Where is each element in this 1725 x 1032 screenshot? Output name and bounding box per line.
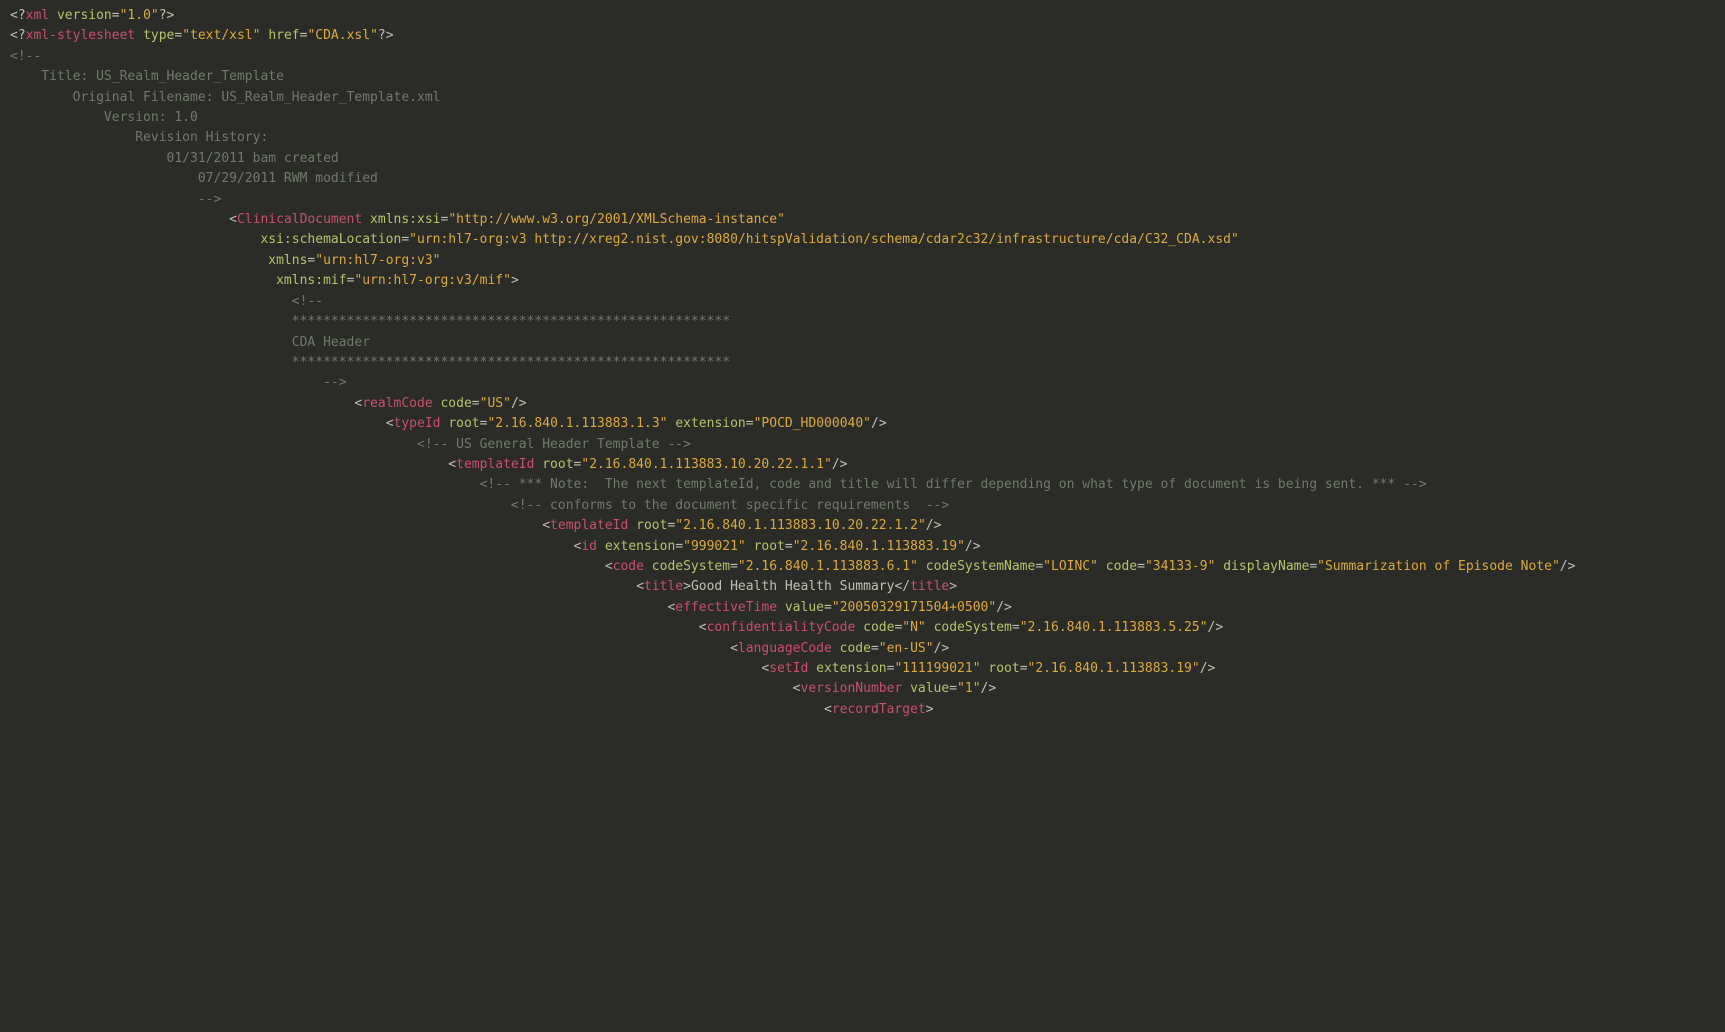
code-line: <effectiveTime value="20050329171504+050…	[10, 598, 1715, 618]
code-line: <setId extension="111199021" root="2.16.…	[10, 659, 1715, 679]
comment-title: Title: US_Realm_Header_Template	[10, 67, 1715, 87]
code-line: <realmCode code="US"/>	[10, 394, 1715, 414]
comment-stars: ****************************************…	[10, 353, 1715, 373]
code-line: <recordTarget>	[10, 700, 1715, 720]
comment-version: Version: 1.0	[10, 108, 1715, 128]
code-line: <ClinicalDocument xmlns:xsi="http://www.…	[10, 210, 1715, 230]
comment-inline: <!-- US General Header Template -->	[10, 435, 1715, 455]
attr-name: version	[57, 8, 112, 23]
pi-target: xml-stylesheet	[26, 28, 136, 43]
comment-open: <!--	[10, 292, 1715, 312]
pi-target: xml	[26, 8, 49, 23]
code-line: <id extension="999021" root="2.16.840.1.…	[10, 537, 1715, 557]
comment-rev2: 07/29/2011 RWM modified	[10, 169, 1715, 189]
code-line: <confidentialityCode code="N" codeSystem…	[10, 618, 1715, 638]
pi-close: ?>	[159, 8, 175, 23]
code-line: <?xml-stylesheet type="text/xsl" href="C…	[10, 26, 1715, 46]
code-line: <templateId root="2.16.840.1.113883.10.2…	[10, 455, 1715, 475]
eq: =	[112, 8, 120, 23]
comment-revision: Revision History:	[10, 128, 1715, 148]
code-line: xmlns:mif="urn:hl7-org:v3/mif">	[10, 271, 1715, 291]
code-line: xsi:schemaLocation="urn:hl7-org:v3 http:…	[10, 230, 1715, 250]
text-node: Good Health Health Summary	[691, 579, 895, 594]
code-editor-viewport[interactable]: <?xml version="1.0"?> <?xml-stylesheet t…	[0, 0, 1725, 730]
element-name: ClinicalDocument	[237, 212, 362, 227]
code-line: xmlns="urn:hl7-org:v3"	[10, 251, 1715, 271]
comment-stars: ****************************************…	[10, 312, 1715, 332]
code-line: <?xml version="1.0"?>	[10, 6, 1715, 26]
comment-section: CDA Header	[10, 333, 1715, 353]
code-line: <title>Good Health Health Summary</title…	[10, 577, 1715, 597]
code-line: <typeId root="2.16.840.1.113883.1.3" ext…	[10, 414, 1715, 434]
comment-filename: Original Filename: US_Realm_Header_Templ…	[10, 88, 1715, 108]
space	[49, 8, 57, 23]
comment-rev1: 01/31/2011 bam created	[10, 149, 1715, 169]
code-line: <templateId root="2.16.840.1.113883.10.2…	[10, 516, 1715, 536]
attr-val: "1.0"	[120, 8, 159, 23]
code-line: <versionNumber value="1"/>	[10, 679, 1715, 699]
comment-note: <!-- *** Note: The next templateId, code…	[10, 475, 1715, 495]
code-line: <languageCode code="en-US"/>	[10, 639, 1715, 659]
comment-close: -->	[10, 190, 1715, 210]
comment-conforms: <!-- conforms to the document specific r…	[10, 496, 1715, 516]
comment-open: <!--	[10, 47, 1715, 67]
code-line: <code codeSystem="2.16.840.1.113883.6.1"…	[10, 557, 1715, 577]
pi-open: <?	[10, 8, 26, 23]
comment-close: -->	[10, 373, 1715, 393]
